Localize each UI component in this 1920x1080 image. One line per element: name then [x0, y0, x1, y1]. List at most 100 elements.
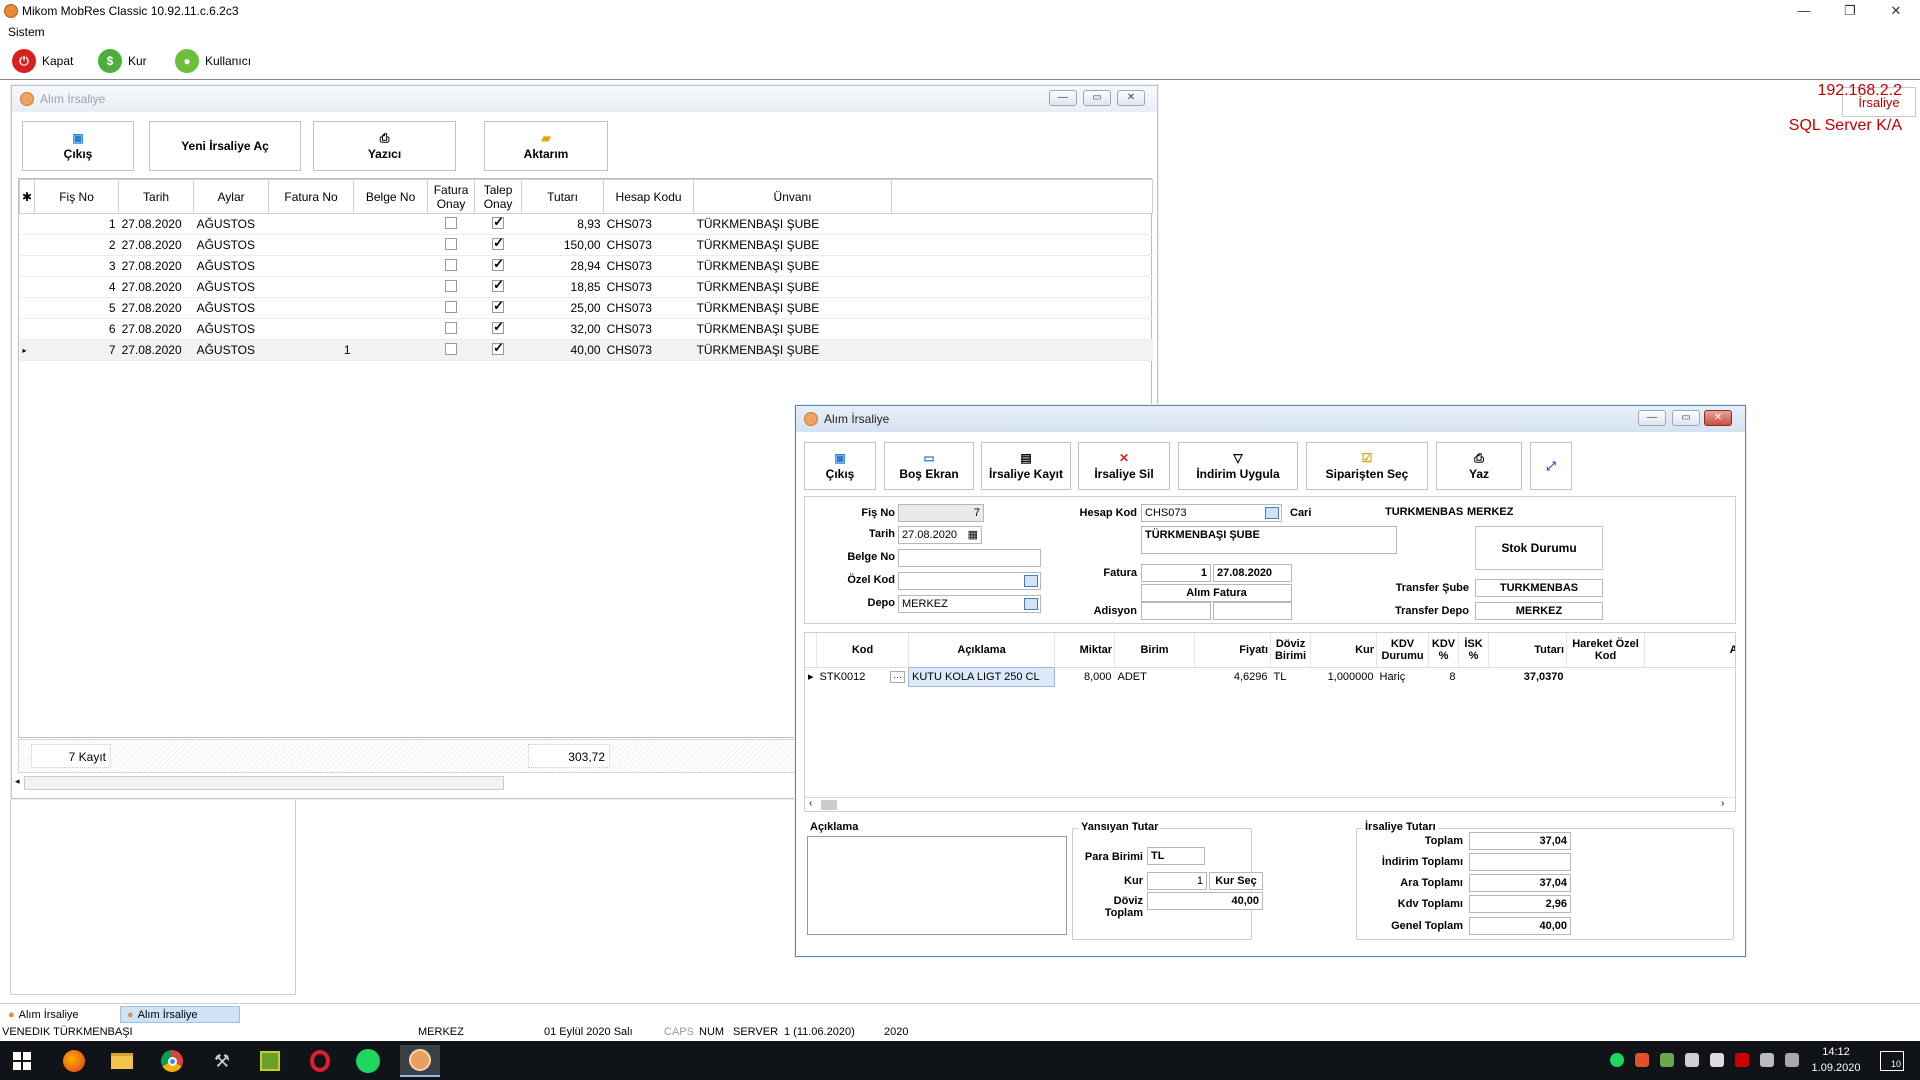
line-col-header[interactable]: İSK %	[1458, 633, 1490, 667]
cell-fatura-onay[interactable]	[427, 213, 475, 235]
lookup-icon[interactable]	[1265, 507, 1279, 519]
transfer-depo-input[interactable]: MERKEZ	[1475, 602, 1603, 620]
chart-button[interactable]: ⤢	[1530, 442, 1572, 490]
chrome-icon[interactable]	[156, 1045, 188, 1077]
tray-app-icon[interactable]	[1710, 1053, 1724, 1067]
cell-tutari[interactable]: 150,00	[521, 234, 604, 256]
table-row[interactable]: ▸727.08.2020AĞUSTOS1 40,00CHS073TÜRKMENBA…	[19, 339, 1153, 361]
col-header[interactable]: Fatura Onay	[427, 179, 476, 214]
col-header[interactable]: Tarih	[118, 179, 195, 214]
line-item-row[interactable]: ▸ STK0012 ··· KUTU KOLA LIGT 250 CL 8,000…	[805, 666, 1735, 687]
cell-fis-no[interactable]: 7	[34, 339, 119, 361]
kur-button[interactable]: $ Kur	[98, 48, 147, 74]
cell-hesap-kodu[interactable]: CHS073	[603, 255, 694, 277]
cell-fatura-no[interactable]	[268, 234, 354, 256]
lookup-icon[interactable]	[1024, 598, 1038, 610]
horizontal-scrollbar[interactable]: ◂	[15, 776, 504, 790]
spotify-icon[interactable]	[352, 1045, 384, 1077]
alim-fatura-field[interactable]: Alım Fatura	[1141, 584, 1292, 602]
cell-hesap-kodu[interactable]: CHS073	[603, 213, 694, 235]
line-kod[interactable]: STK0012 ···	[817, 667, 909, 686]
mobres-taskbar-icon[interactable]	[400, 1045, 440, 1077]
cell-hesap-kodu[interactable]: CHS073	[603, 234, 694, 256]
line-col-header[interactable]: Miktar	[1054, 633, 1116, 667]
fatura-no-input[interactable]: 1	[1141, 564, 1211, 582]
firefox-icon[interactable]	[58, 1045, 90, 1077]
cell-fatura-no[interactable]	[268, 318, 354, 340]
cell-talep-onay[interactable]	[474, 318, 522, 340]
checkbox[interactable]	[492, 277, 505, 293]
tray-app-icon[interactable]	[1635, 1053, 1649, 1067]
select-from-order-button[interactable]: ☑ Siparişten Seç	[1306, 442, 1428, 490]
apply-discount-button[interactable]: ▽ İndirim Uygula	[1178, 442, 1298, 490]
cell-tarih[interactable]: 27.08.2020	[118, 276, 194, 298]
line-birim[interactable]: ADET	[1115, 667, 1195, 686]
print-button[interactable]: ⎙ Yaz	[1436, 442, 1522, 490]
col-header[interactable]: Fiş No	[34, 179, 120, 214]
line-col-header[interactable]: Kur	[1310, 633, 1378, 667]
line-col-header[interactable]: Açıkla	[1644, 633, 1735, 667]
cell-hesap-kodu[interactable]: CHS073	[603, 339, 694, 361]
mdi-tab-active[interactable]: ● Alım İrsaliye	[120, 1006, 240, 1023]
col-header[interactable]: Ünvanı	[693, 179, 893, 214]
cell-belge-no[interactable]	[353, 339, 428, 361]
cell-belge-no[interactable]	[353, 255, 428, 277]
cell-belge-no[interactable]	[353, 297, 428, 319]
cell-fis-no[interactable]: 2	[34, 234, 119, 256]
cell-hesap-kodu[interactable]: CHS073	[603, 318, 694, 340]
tray-app-icon[interactable]	[1685, 1053, 1699, 1067]
save-irsaliye-button[interactable]: ▤ İrsaliye Kayıt	[981, 442, 1071, 490]
cell-aylar[interactable]: AĞUSTOS	[193, 339, 269, 361]
cell-aylar[interactable]: AĞUSTOS	[193, 276, 269, 298]
fatura-tarih-input[interactable]: 27.08.2020	[1213, 564, 1292, 582]
cell-talep-onay[interactable]	[474, 234, 522, 256]
aciklama-textarea[interactable]	[807, 836, 1067, 935]
clock[interactable]: 14:12 1.09.2020	[1808, 1044, 1864, 1076]
cell-fis-no[interactable]: 1	[34, 213, 119, 235]
line-tutar[interactable]: 37,0370	[1489, 667, 1567, 686]
cell-talep-onay[interactable]	[474, 297, 522, 319]
line-col-header[interactable]: KDV Durumu	[1376, 633, 1430, 667]
mdi-tab[interactable]: ● Alım İrsaliye	[2, 1006, 85, 1023]
line-col-header[interactable]: Açıklama	[908, 633, 1056, 667]
cell-tutari[interactable]: 32,00	[521, 318, 604, 340]
line-col-header[interactable]: Fiyatı	[1194, 633, 1272, 667]
cell-tarih[interactable]: 27.08.2020	[118, 297, 194, 319]
cell-belge-no[interactable]	[353, 318, 428, 340]
opera-icon[interactable]	[304, 1045, 336, 1077]
windows-start-icon[interactable]	[6, 1045, 38, 1077]
cell-tarih[interactable]: 27.08.2020	[118, 255, 194, 277]
table-row[interactable]: 627.08.2020AĞUSTOS 32,00CHS073TÜRKMENBAŞI…	[19, 318, 1153, 340]
notification-icon[interactable]: 10	[1880, 1051, 1904, 1071]
stok-durumu-button[interactable]: Stok Durumu	[1475, 526, 1603, 570]
table-row[interactable]: 427.08.2020AĞUSTOS 18,85CHS073TÜRKMENBAŞI…	[19, 276, 1153, 298]
depo-input[interactable]: MERKEZ	[898, 595, 1041, 613]
cell-fis-no[interactable]: 5	[34, 297, 119, 319]
checkbox[interactable]	[445, 237, 458, 250]
checkbox[interactable]	[445, 279, 458, 292]
fis-no-input[interactable]: 7	[898, 504, 984, 522]
table-row[interactable]: 127.08.2020AĞUSTOS 8,93CHS073TÜRKMENBAŞI …	[19, 213, 1153, 235]
line-fiyat[interactable]: 4,6296	[1195, 667, 1271, 686]
cell-fatura-onay[interactable]	[427, 255, 475, 277]
detail-close[interactable]: ✕	[1704, 410, 1732, 426]
col-header[interactable]: Aylar	[193, 179, 270, 214]
detail-minimize[interactable]: —	[1638, 410, 1666, 426]
maximize-button[interactable]: ❐	[1830, 2, 1870, 20]
cell-fis-no[interactable]: 4	[34, 276, 119, 298]
cell-tarih[interactable]: 27.08.2020	[118, 318, 194, 340]
checkbox[interactable]	[492, 235, 505, 251]
cell-fatura-no[interactable]	[268, 213, 354, 235]
cell-belge-no[interactable]	[353, 213, 428, 235]
kur-input[interactable]: 1	[1147, 872, 1207, 890]
printer-button[interactable]: ⎙ Yazıcı	[313, 121, 456, 171]
cell-unvani[interactable]: TÜRKMENBAŞI ŞUBE	[693, 234, 892, 256]
cell-tutari[interactable]: 40,00	[521, 339, 604, 361]
cell-tarih[interactable]: 27.08.2020	[118, 234, 194, 256]
transfer-sube-input[interactable]: TURKMENBAS	[1475, 579, 1603, 597]
scroll-thumb[interactable]	[821, 800, 837, 810]
line-kdv[interactable]: 8	[1429, 667, 1459, 686]
checkbox[interactable]	[492, 340, 505, 356]
cell-fatura-no[interactable]	[268, 255, 354, 277]
cell-unvani[interactable]: TÜRKMENBAŞI ŞUBE	[693, 339, 892, 361]
